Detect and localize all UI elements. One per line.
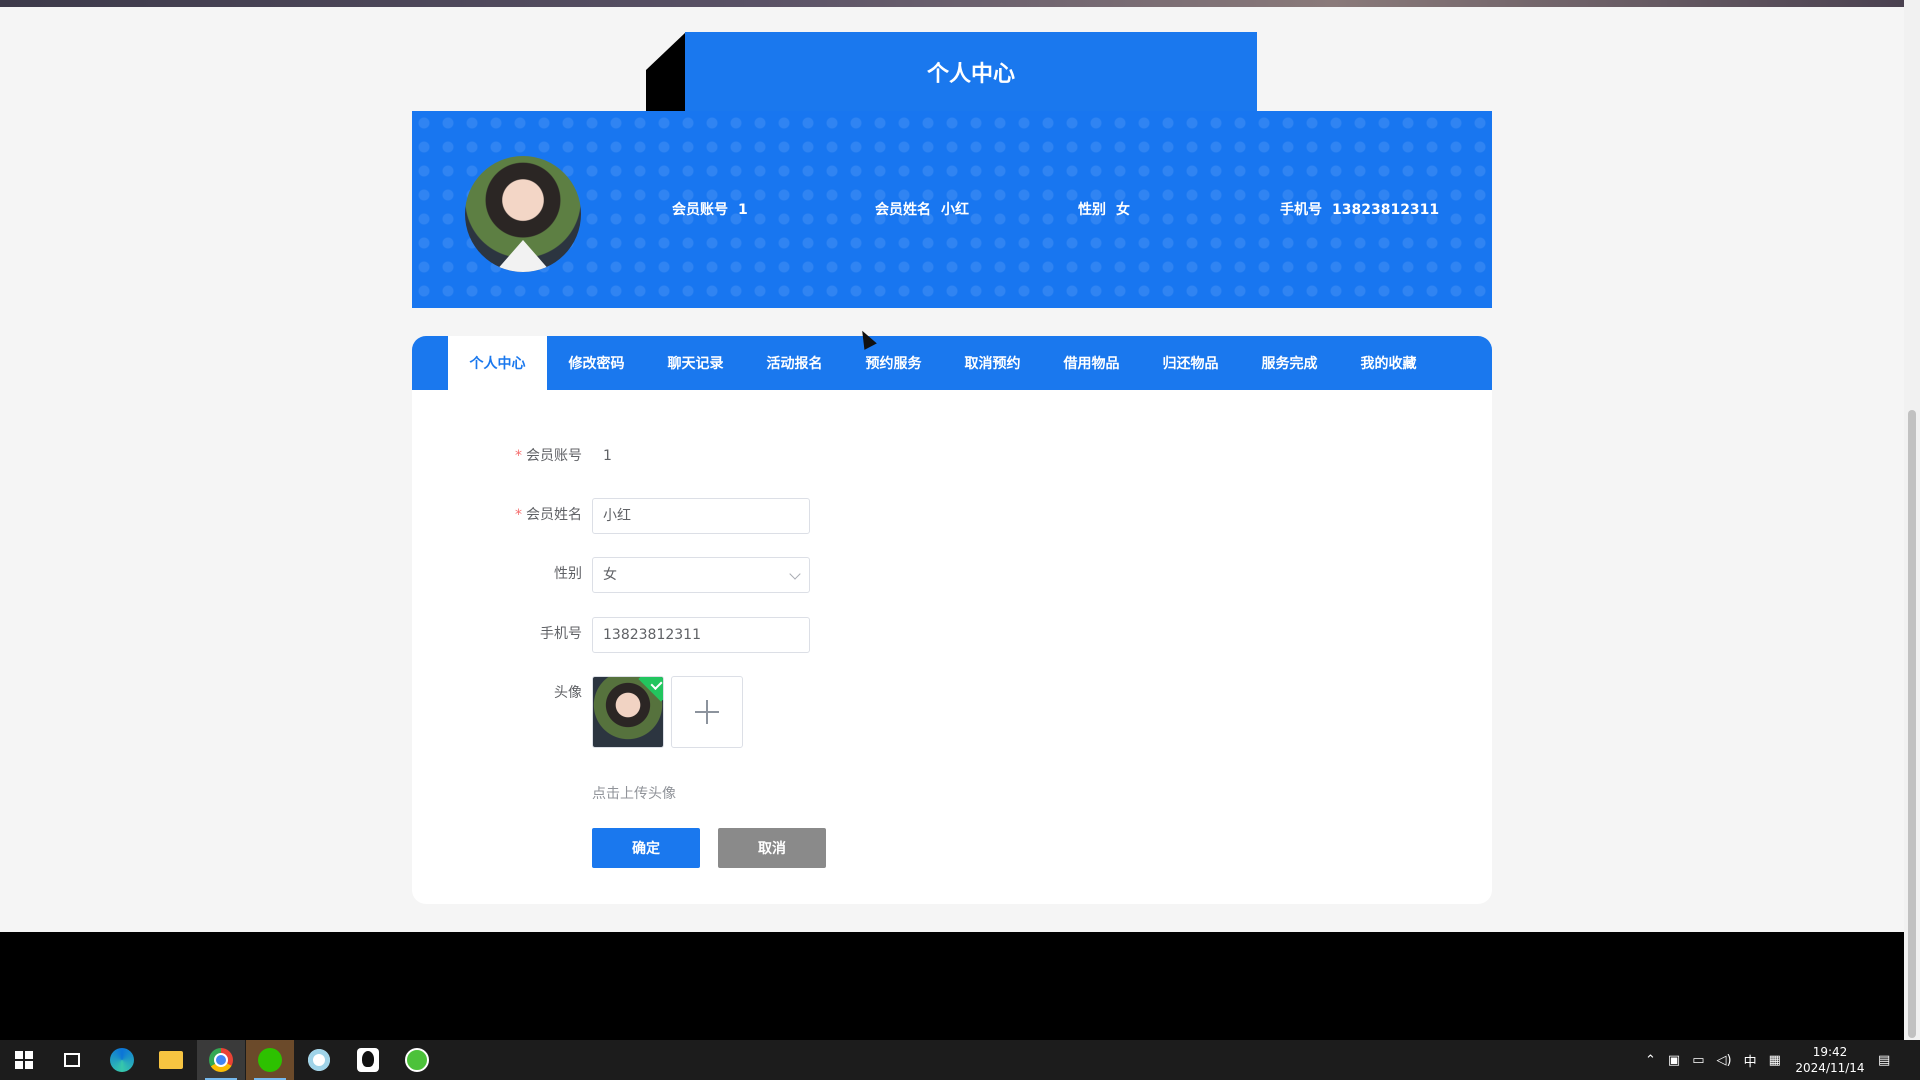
title-corner-decoration bbox=[646, 32, 686, 111]
nav-item-service-complete[interactable]: 服务完成 bbox=[1240, 336, 1339, 390]
phone-input[interactable]: 13823812311 bbox=[592, 617, 810, 653]
chrome-taskbar-button[interactable] bbox=[197, 1040, 245, 1080]
nav-item-change-password[interactable]: 修改密码 bbox=[547, 336, 646, 390]
page-scrollbar[interactable] bbox=[1904, 0, 1920, 1040]
clock[interactable]: 19:42 2024/11/14 bbox=[1790, 1044, 1870, 1076]
windows-icon bbox=[15, 1051, 33, 1069]
name-label-text: 会员姓名 bbox=[526, 507, 582, 523]
system-tray: ⌃ ▣ ▭ ◁) 中 ▦ bbox=[1645, 1040, 1781, 1080]
avatar bbox=[465, 156, 581, 272]
avatar-upload-button[interactable] bbox=[671, 676, 743, 748]
account-value: 1 bbox=[603, 448, 612, 464]
banner-account: 会员账号 1 bbox=[672, 199, 748, 219]
phone-label: 手机号 bbox=[540, 626, 582, 642]
keyboard-grid-icon[interactable]: ▦ bbox=[1769, 1053, 1781, 1068]
gender-label: 性别 bbox=[554, 566, 582, 582]
task-view-icon bbox=[64, 1053, 80, 1067]
start-button[interactable] bbox=[0, 1040, 48, 1080]
footer-area bbox=[0, 932, 1904, 1040]
volume-icon[interactable]: ◁) bbox=[1717, 1053, 1732, 1068]
chrome-icon bbox=[209, 1048, 233, 1072]
banner-name-label: 会员姓名 bbox=[875, 202, 931, 218]
taskbar: ⌃ ▣ ▭ ◁) 中 ▦ 19:42 2024/11/14 ▤ bbox=[0, 1040, 1920, 1080]
file-explorer-taskbar-button[interactable] bbox=[147, 1040, 195, 1080]
profile-nav: 个人中心 修改密码 聊天记录 活动报名 预约服务 取消预约 借用物品 归还物品 … bbox=[412, 336, 1492, 390]
ime-indicator[interactable]: 中 bbox=[1744, 1051, 1757, 1070]
name-input[interactable]: 小红 bbox=[592, 498, 810, 534]
nav-item-book-service[interactable]: 预约服务 bbox=[844, 336, 943, 390]
task-view-button[interactable] bbox=[48, 1040, 96, 1080]
top-strip bbox=[0, 0, 1904, 7]
nav-item-chat-history[interactable]: 聊天记录 bbox=[646, 336, 745, 390]
banner-account-value: 1 bbox=[738, 202, 748, 218]
account-label: * 会员账号 bbox=[412, 438, 582, 474]
qq-taskbar-button[interactable] bbox=[344, 1040, 392, 1080]
notification-button[interactable]: ▤ bbox=[1878, 1040, 1890, 1080]
banner-phone-value: 13823812311 bbox=[1332, 202, 1440, 218]
banner-phone-label: 手机号 bbox=[1280, 202, 1322, 218]
scrollbar-thumb[interactable] bbox=[1908, 410, 1916, 1038]
nav-item-borrow-items[interactable]: 借用物品 bbox=[1042, 336, 1141, 390]
clock-date: 2024/11/14 bbox=[1795, 1061, 1865, 1075]
nav-item-return-items[interactable]: 归还物品 bbox=[1141, 336, 1240, 390]
avatar-thumbnail[interactable] bbox=[592, 676, 664, 748]
banner-gender: 性别女 bbox=[1078, 199, 1130, 219]
flower-icon bbox=[308, 1049, 330, 1071]
banner-name-value: 小红 bbox=[941, 202, 969, 218]
banner-phone: 手机号 13823812311 bbox=[1280, 199, 1439, 219]
chevron-down-icon bbox=[789, 568, 801, 580]
banner-gender-value: 女 bbox=[1116, 202, 1130, 218]
nav-item-favorites[interactable]: 我的收藏 bbox=[1339, 336, 1438, 390]
security-icon[interactable]: ▣ bbox=[1668, 1053, 1680, 1068]
upload-hint: 点击上传头像 bbox=[592, 786, 676, 802]
avatar-collar bbox=[495, 240, 551, 272]
nav-item-profile[interactable]: 个人中心 bbox=[448, 336, 547, 390]
network-icon[interactable]: ▭ bbox=[1692, 1053, 1704, 1068]
edge-icon bbox=[110, 1048, 134, 1072]
avatar-label: 头像 bbox=[554, 685, 582, 701]
gender-select-value: 女 bbox=[603, 567, 617, 583]
confirm-button[interactable]: 确定 bbox=[592, 828, 700, 868]
clock-time: 19:42 bbox=[1812, 1045, 1848, 1059]
profile-form-card: * 会员账号 1 * 会员姓名 小红 性别 女 手机号 13823812311 头像… bbox=[412, 390, 1492, 904]
name-label: * 会员姓名 bbox=[412, 497, 582, 533]
page-title-text: 个人中心 bbox=[926, 61, 1015, 87]
browser-taskbar-button[interactable] bbox=[393, 1040, 441, 1080]
folder-icon bbox=[159, 1051, 183, 1069]
wechat-icon bbox=[258, 1048, 282, 1072]
edge-taskbar-button[interactable] bbox=[98, 1040, 146, 1080]
banner-name: 会员姓名 小红 bbox=[875, 199, 969, 219]
nav-item-cancel-booking[interactable]: 取消预约 bbox=[943, 336, 1042, 390]
qq-icon bbox=[357, 1048, 379, 1072]
page: 个人中心 会员账号 1 会员姓名 小红 性别女 手机号 13823812311 个人中… bbox=[0, 7, 1904, 932]
profile-banner: 会员账号 1 会员姓名 小红 性别女 手机号 13823812311 bbox=[412, 111, 1492, 308]
banner-account-label: 会员账号 bbox=[672, 202, 728, 218]
nav-item-activity-signup[interactable]: 活动报名 bbox=[745, 336, 844, 390]
page-title: 个人中心 bbox=[685, 32, 1257, 111]
account-label-text: 会员账号 bbox=[526, 448, 582, 464]
notification-icon: ▤ bbox=[1878, 1052, 1891, 1068]
plus-icon-stroke bbox=[706, 700, 708, 724]
wechat-taskbar-button[interactable] bbox=[246, 1040, 294, 1080]
chevron-up-icon[interactable]: ⌃ bbox=[1645, 1053, 1656, 1068]
cancel-button[interactable]: 取消 bbox=[718, 828, 826, 868]
browser-icon bbox=[405, 1048, 429, 1072]
app-taskbar-button[interactable] bbox=[295, 1040, 343, 1080]
gender-select[interactable]: 女 bbox=[592, 557, 810, 593]
required-mark: * bbox=[515, 448, 522, 464]
banner-gender-label: 性别 bbox=[1078, 202, 1106, 218]
required-mark: * bbox=[515, 507, 522, 523]
